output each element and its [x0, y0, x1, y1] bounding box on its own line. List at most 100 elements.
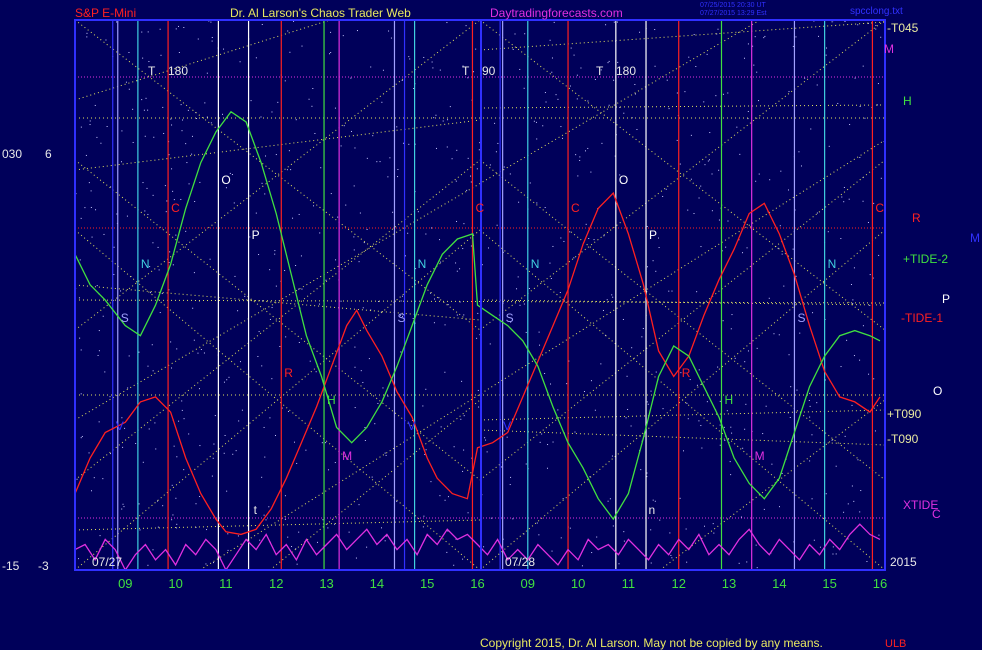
star-dot — [132, 108, 134, 110]
star-dot — [397, 168, 399, 170]
star-dot — [574, 431, 576, 433]
star-dot — [726, 410, 728, 412]
star-dot — [693, 34, 695, 36]
star-dot — [89, 120, 91, 122]
star-dot — [211, 475, 213, 477]
planet-letter: N — [531, 257, 540, 271]
star-dot — [472, 71, 474, 73]
planet-letter: C — [571, 201, 580, 215]
star-dot — [866, 561, 868, 563]
left-label-bottom-b: -3 — [38, 559, 49, 573]
star-dot — [279, 345, 281, 347]
star-dot — [781, 472, 783, 474]
star-dot — [569, 85, 571, 87]
star-dot — [539, 441, 541, 443]
star-dot — [320, 167, 322, 169]
star-dot — [360, 370, 362, 372]
star-dot — [754, 36, 756, 38]
star-dot — [315, 371, 317, 373]
star-dot — [467, 512, 469, 514]
star-dot — [102, 315, 104, 317]
right-label: -T090 — [887, 432, 919, 446]
star-dot — [345, 204, 347, 206]
turn-value: 180 — [616, 64, 636, 78]
star-dot — [475, 48, 477, 50]
star-dot — [76, 478, 78, 480]
star-dot — [756, 567, 758, 569]
star-dot — [816, 84, 818, 86]
tick-label: 13 — [722, 576, 736, 591]
planet-letter: P — [252, 228, 260, 242]
tick-label: 12 — [671, 576, 685, 591]
star-dot — [736, 126, 738, 128]
star-dot — [356, 30, 358, 32]
star-dot — [84, 207, 86, 209]
star-dot — [210, 21, 212, 23]
star-dot — [662, 195, 664, 197]
star-dot — [173, 445, 175, 447]
star-dot — [607, 62, 609, 64]
star-dot — [173, 199, 175, 201]
star-dot — [97, 354, 99, 356]
star-dot — [161, 293, 163, 295]
site-link[interactable]: Daytradingforecasts.com — [490, 6, 623, 20]
star-dot — [698, 369, 700, 371]
star-dot — [470, 181, 472, 183]
star-dot — [226, 379, 228, 381]
star-dot — [163, 132, 165, 134]
star-dot — [154, 422, 156, 424]
star-dot — [709, 159, 710, 161]
star-dot — [234, 275, 236, 277]
star-dot — [250, 100, 252, 102]
star-dot — [80, 217, 82, 219]
planet-letter: V — [503, 419, 511, 433]
star-dot — [575, 154, 577, 156]
star-dot — [213, 562, 215, 564]
star-dot — [487, 247, 489, 249]
star-dot — [569, 231, 571, 233]
star-dot — [95, 209, 97, 211]
star-dot — [717, 366, 719, 368]
star-dot — [274, 250, 276, 252]
star-dot — [559, 292, 561, 294]
star-dot — [765, 405, 767, 407]
star-dot — [655, 270, 657, 272]
star-dot — [729, 461, 731, 463]
star-dot — [203, 352, 205, 354]
star-dot — [560, 537, 562, 539]
star-dot — [433, 117, 435, 119]
star-dot — [478, 149, 480, 151]
turn-letter: T — [148, 64, 156, 78]
star-dot — [408, 56, 410, 58]
star-dot — [435, 114, 437, 116]
star-dot — [477, 312, 479, 314]
star-dot — [809, 405, 811, 407]
star-dot — [295, 265, 297, 267]
star-dot — [557, 409, 559, 411]
star-dot — [353, 236, 355, 238]
star-dot — [181, 400, 183, 402]
star-dot — [869, 274, 871, 276]
star-dot — [495, 151, 497, 153]
star-dot — [560, 237, 562, 239]
session-date-2: 07/28 — [505, 555, 535, 569]
star-dot — [171, 519, 173, 521]
star-dot — [670, 554, 672, 556]
star-dot — [255, 57, 257, 59]
star-dot — [693, 213, 695, 215]
star-dot — [180, 198, 182, 200]
star-dot — [325, 442, 327, 444]
right-label: M — [884, 42, 894, 56]
star-dot — [880, 177, 882, 179]
star-dot — [476, 337, 478, 339]
star-dot — [551, 57, 553, 59]
star-dot — [98, 330, 100, 332]
star-dot — [852, 302, 854, 304]
star-dot — [781, 253, 783, 255]
star-dot — [387, 395, 389, 397]
star-dot — [198, 388, 200, 390]
star-dot — [591, 552, 593, 554]
star-dot — [666, 79, 668, 81]
star-dot — [121, 508, 123, 510]
tick-label: 16 — [873, 576, 887, 591]
